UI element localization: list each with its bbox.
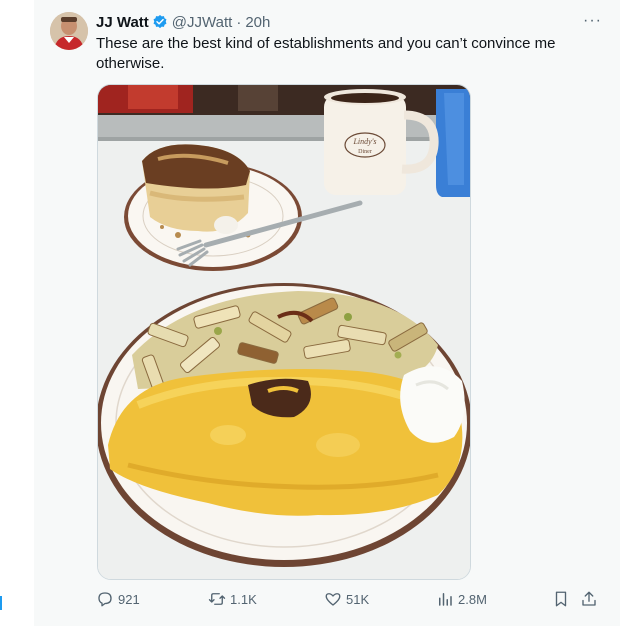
more-options-icon[interactable]: ··· bbox=[583, 12, 602, 30]
page-margin bbox=[0, 0, 34, 626]
views-button[interactable]: 2.8M bbox=[436, 590, 487, 608]
author-handle[interactable]: @JJWatt bbox=[172, 14, 233, 31]
share-button[interactable] bbox=[580, 590, 602, 608]
retweet-count: 1.1K bbox=[230, 591, 257, 607]
like-button[interactable]: 51K bbox=[324, 590, 369, 608]
retweet-icon bbox=[208, 593, 226, 605]
reply-button[interactable]: 921 bbox=[96, 590, 140, 608]
mug-logo-line2: Diner bbox=[358, 149, 372, 155]
tweet-photo[interactable]: Lindy's Diner bbox=[97, 84, 471, 580]
mug-logo-line1: Lindy's bbox=[352, 137, 376, 146]
heart-icon bbox=[325, 593, 341, 606]
header-separator: · bbox=[236, 13, 242, 31]
tweet-timestamp[interactable]: 20h bbox=[245, 14, 270, 31]
views-count: 2.8M bbox=[458, 591, 487, 607]
bookmark-button[interactable] bbox=[552, 590, 574, 608]
bookmark-icon bbox=[555, 591, 567, 607]
views-chart-icon bbox=[439, 593, 452, 606]
author-name[interactable]: JJ Watt bbox=[96, 14, 149, 31]
tweet-card[interactable]: JJ Watt @JJWatt · 20h ··· These are the … bbox=[34, 0, 620, 626]
reply-count: 921 bbox=[118, 591, 140, 607]
tweet-text: These are the best kind of establishment… bbox=[96, 35, 556, 72]
breakfast-photo: Lindy's Diner bbox=[98, 85, 470, 579]
tweet-actions: 921 1.1K 51K 2.8M bbox=[96, 590, 608, 612]
retweet-button[interactable]: 1.1K bbox=[208, 590, 257, 608]
verified-badge-icon bbox=[152, 14, 168, 30]
tweet-header: JJ Watt @JJWatt · 20h bbox=[96, 12, 270, 32]
share-icon bbox=[582, 591, 596, 606]
reply-icon bbox=[98, 592, 112, 607]
like-count: 51K bbox=[346, 591, 370, 607]
avatar[interactable] bbox=[50, 12, 88, 50]
edge-indicator bbox=[0, 596, 2, 610]
avatar-image bbox=[50, 12, 88, 50]
